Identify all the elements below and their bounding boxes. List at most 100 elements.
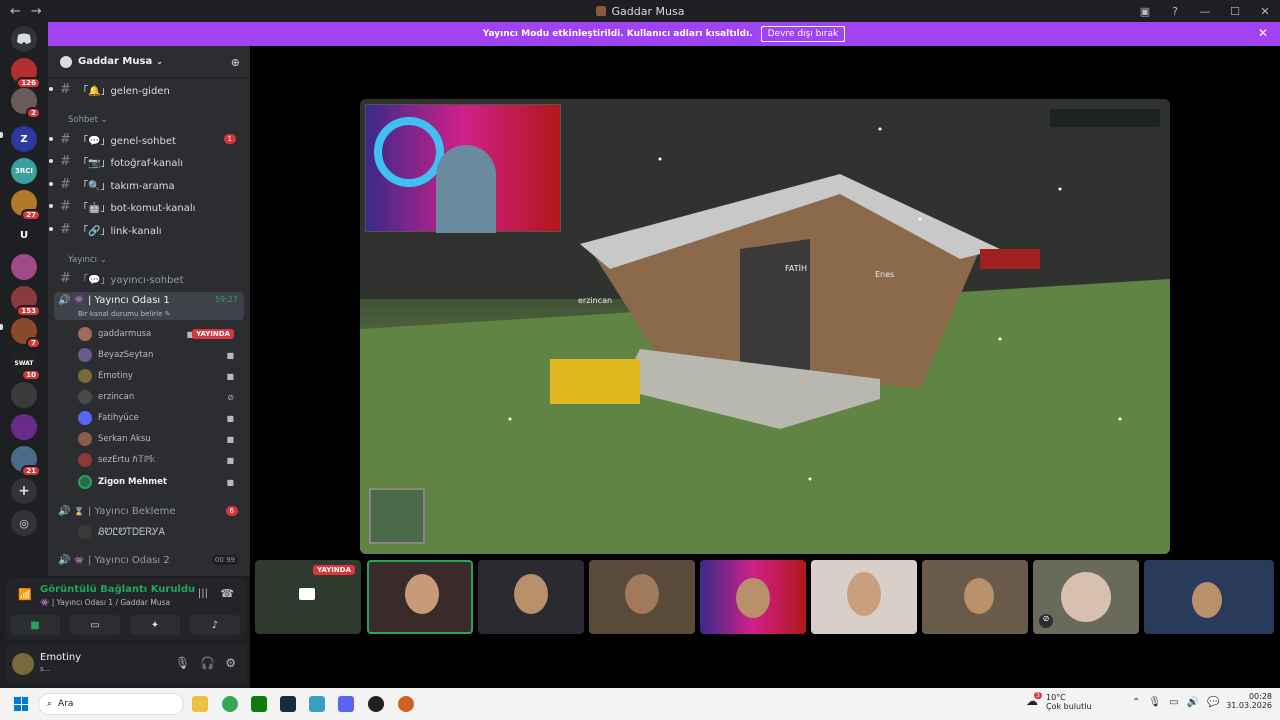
category-yayinci[interactable]: Yayıncı ⌄: [68, 255, 107, 265]
signal-icon[interactable]: 📶: [18, 588, 32, 601]
channel-bot-komut-kanali[interactable]: # 「🤖」bot-komut-kanalı: [49, 196, 246, 216]
voice-user-erzincan[interactable]: erzincan ⊘: [78, 388, 240, 406]
volume-icon[interactable]: 🔊: [1187, 697, 1199, 708]
screen-share-button[interactable]: ▭: [70, 615, 120, 635]
voice-user-bulutderya[interactable]: ᏰᏬᏝᏬᎢᎠᎬᏒᎩᎪ: [78, 523, 240, 541]
disconnect-icon[interactable]: ☎: [220, 587, 234, 600]
windows-start-icon[interactable]: [14, 697, 28, 711]
voice-channel-yayinci-odasi-2[interactable]: 🔊 👾 | Yayıncı Odası 2 00 99: [54, 550, 244, 570]
server-icon-6[interactable]: U: [11, 222, 37, 248]
camera-button[interactable]: ■: [10, 615, 60, 635]
help-icon[interactable]: ?: [1160, 5, 1190, 18]
back-arrow-icon[interactable]: ←: [10, 4, 21, 19]
participant-tile[interactable]: [367, 560, 473, 634]
channel-gelen-giden[interactable]: # 「🔔」gelen-giden: [49, 79, 246, 99]
participant-tile[interactable]: [589, 560, 695, 634]
server-icon-3[interactable]: Z: [11, 126, 37, 152]
voice-user-emotiny[interactable]: Emotiny ■: [78, 367, 240, 385]
hash-icon: #: [60, 176, 71, 192]
avatar[interactable]: [12, 653, 34, 675]
voice-user-beyazseytan[interactable]: BeyazSeytan ■: [78, 346, 240, 364]
main-stream-video[interactable]: erzincan FATİH Enes: [360, 99, 1170, 554]
channel-yayinci-sohbet[interactable]: # 「💬」yayıncı-sohbet: [58, 268, 246, 288]
channel-genel-sohbet[interactable]: # 「💬」genel-sohbet 1: [49, 129, 246, 149]
participant-tile[interactable]: [1144, 560, 1274, 634]
activities-button[interactable]: ✦: [130, 615, 180, 635]
channel-takim-arama[interactable]: # 「🔍」takım-arama: [49, 174, 246, 194]
voice-user-gaddarmusa[interactable]: gaddarmusa ■ YAYINDA: [78, 325, 240, 343]
display-icon[interactable]: ▭: [1169, 697, 1178, 708]
voice-user-fatihyuce[interactable]: Fatihyüce ■: [78, 409, 240, 427]
noise-suppression-icon[interactable]: |||: [198, 588, 208, 599]
voice-channel-yayinci-bekleme[interactable]: 🔊 ⌛ | Yayıncı Bekleme 6: [54, 501, 244, 521]
server-icon-2[interactable]: 2: [11, 88, 41, 119]
minimize-button[interactable]: —: [1190, 5, 1220, 18]
user-name: ᏰᏬᏝᏬᎢᎠᎬᏒᎩᎪ: [98, 526, 166, 538]
settings-gear-icon[interactable]: ⚙: [225, 656, 236, 670]
server-icon-7[interactable]: [11, 254, 37, 280]
participant-tile[interactable]: [811, 560, 917, 634]
taskbar-search[interactable]: ⌕ Ara: [38, 693, 184, 715]
chrome-icon[interactable]: [222, 696, 238, 712]
add-server-icon[interactable]: +: [11, 478, 37, 504]
server-icon-11[interactable]: [11, 382, 37, 408]
voice-user-serkan-aksu[interactable]: Serkan Aksu ■: [78, 430, 240, 448]
voice-channel-yayinci-odasi-1[interactable]: 🔊 👾 | Yayıncı Odası 1 59:27 Bir kanal du…: [54, 292, 244, 320]
forward-arrow-icon[interactable]: →: [31, 4, 42, 19]
close-banner-icon[interactable]: ✕: [1258, 26, 1268, 40]
microphone-icon[interactable]: 🎙: [1148, 697, 1161, 708]
participant-tile[interactable]: ⊘: [1033, 560, 1139, 634]
player-nametag: erzincan: [578, 296, 613, 305]
avatar: [78, 348, 92, 362]
server-icon-5[interactable]: 27: [11, 190, 41, 221]
voice-user-zigon-mehmet[interactable]: Zigon Mehmet ■: [78, 473, 240, 491]
explore-icon[interactable]: ◎: [11, 510, 37, 536]
hash-icon: #: [60, 221, 71, 237]
headphones-icon[interactable]: 🎧: [200, 656, 215, 670]
participant-tile[interactable]: [478, 560, 584, 634]
participant-tile[interactable]: [922, 560, 1028, 634]
server-icon-9[interactable]: 7: [11, 318, 41, 349]
server-badge: 2: [26, 107, 41, 119]
weather-icon[interactable]: ☁ 3: [1026, 692, 1042, 708]
participant-face: [847, 572, 881, 616]
add-user-icon[interactable]: ⊕: [231, 56, 240, 69]
clock[interactable]: 00:28 31.03.2026: [1226, 692, 1272, 710]
voice-user-sezertu[interactable]: sezErtu ℏ𝕋ℙ𝕜 ■: [78, 451, 240, 469]
channel-fotograf-kanali[interactable]: # 「📷」fotoğraf-kanalı: [49, 151, 246, 171]
server-icon-4[interactable]: 3RCI: [11, 158, 37, 184]
steam-icon[interactable]: [280, 696, 296, 712]
obs-icon[interactable]: [368, 696, 384, 712]
channel-link-kanali[interactable]: # 「🔗」link-kanalı: [49, 219, 246, 239]
connection-channel[interactable]: 👾 | Yayıncı Odası 1 / Gaddar Musa: [40, 598, 170, 607]
server-icon-12[interactable]: [11, 414, 37, 440]
microphone-icon[interactable]: 🎙: [175, 656, 190, 670]
maximize-button[interactable]: ☐: [1220, 5, 1250, 18]
participant-tile[interactable]: YAYINDA: [255, 560, 361, 634]
app-icon[interactable]: [398, 696, 414, 712]
server-icon-13[interactable]: 21: [11, 446, 41, 477]
live-badge: YAYINDA: [192, 329, 234, 339]
participant-tile[interactable]: [700, 560, 806, 634]
disable-streamer-mode-button[interactable]: Devre dışı bırak: [760, 26, 846, 42]
discord-home-icon[interactable]: [11, 26, 37, 52]
server-header[interactable]: Gaddar Musa ⌄ ⊕: [48, 46, 250, 78]
server-badge: 126: [16, 77, 41, 89]
chevron-up-icon[interactable]: ⌃: [1132, 697, 1140, 708]
category-sohbet[interactable]: Sohbet ⌄: [68, 115, 108, 125]
xbox-icon[interactable]: [251, 696, 267, 712]
app-icon[interactable]: [309, 696, 325, 712]
inbox-icon[interactable]: ▣: [1130, 5, 1160, 18]
weather-widget[interactable]: 10°C Çok bulutlu: [1046, 693, 1092, 711]
channel-status[interactable]: Bir kanal durumu belirle ✎: [78, 310, 171, 318]
voice-channel-label: | Yayıncı Odası 2: [87, 554, 170, 566]
server-icon-8[interactable]: 153: [11, 286, 41, 317]
server-icon-1[interactable]: 126: [11, 58, 41, 89]
discord-taskbar-icon[interactable]: [338, 696, 354, 712]
camera-icon: ■: [226, 477, 234, 487]
file-explorer-icon[interactable]: [192, 696, 208, 712]
soundboard-button[interactable]: ♪: [190, 615, 240, 635]
server-icon-10[interactable]: SWAT 10: [11, 350, 41, 381]
close-button[interactable]: ✕: [1250, 5, 1280, 18]
chat-icon[interactable]: 💬: [1207, 697, 1219, 708]
